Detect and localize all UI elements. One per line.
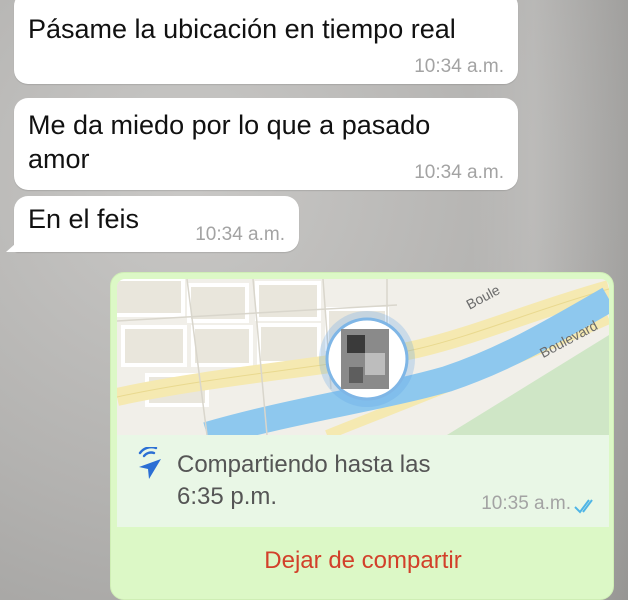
incoming-message[interactable]: En el feis 10:34 a.m.: [6, 196, 299, 252]
double-check-icon: [574, 499, 593, 514]
message-time: 10:34 a.m.: [414, 56, 504, 77]
sharing-info: Compartiendo hasta las 6:35 p.m. 10:35 a…: [117, 435, 609, 527]
message-time: 10:35 a.m.: [481, 493, 571, 514]
stop-sharing-button[interactable]: Dejar de compartir: [117, 529, 609, 593]
map-image: [117, 279, 609, 435]
bubble-tail: [6, 236, 24, 252]
live-location-icon: [138, 447, 161, 479]
incoming-message[interactable]: Pásame la ubicación en tiempo real 10:34…: [14, 0, 518, 84]
live-location-message[interactable]: Boule Boulevard Compartiendo hasta las 6…: [110, 272, 614, 600]
sharing-until-text: Compartiendo hasta las 6:35 p.m.: [177, 451, 431, 510]
map-preview[interactable]: Boule Boulevard: [117, 279, 609, 435]
message-time: 10:34 a.m.: [414, 162, 504, 183]
message-time: 10:34 a.m.: [195, 224, 285, 245]
incoming-message[interactable]: Me da miedo por lo que a pasado amor 10:…: [14, 98, 518, 190]
message-text: Pásame la ubicación en tiempo real: [28, 14, 456, 44]
